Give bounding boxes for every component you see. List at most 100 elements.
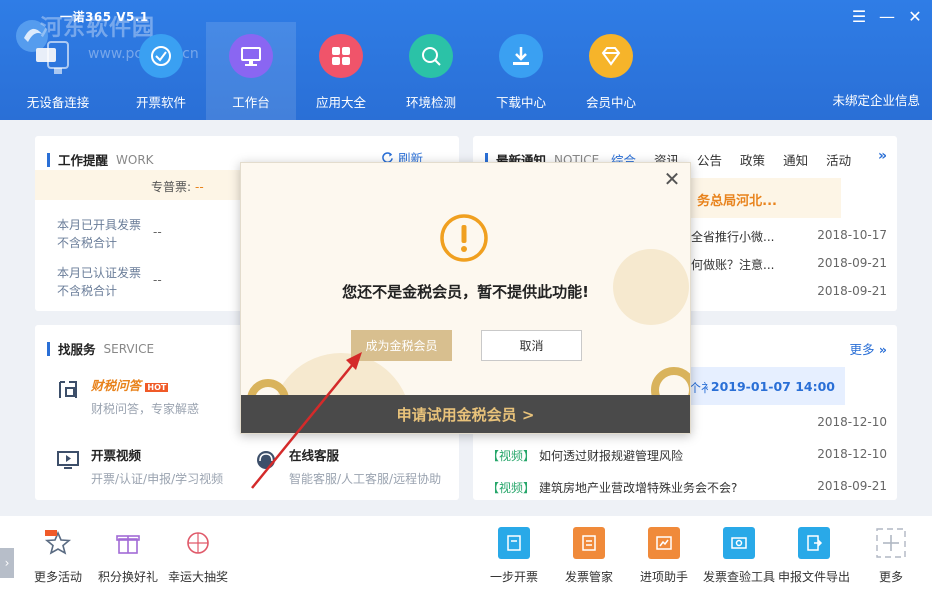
live-time: 2019-01-07 14:00	[710, 379, 835, 394]
service-desc: 开票/认证/申报/学习视频	[91, 472, 224, 486]
title-zh: 找服务	[58, 342, 96, 357]
news-row[interactable]: 【视频】 如何透过财报规避管理风险 2018-12-10	[487, 447, 887, 467]
apps-icon	[319, 34, 363, 78]
close-icon[interactable]: ✕	[662, 169, 682, 189]
tool-lucky-draw[interactable]: 幸运大抽奖	[168, 526, 228, 585]
nav-no-device[interactable]: 无设备连接	[0, 22, 116, 120]
nav-label: 下载中心	[495, 95, 546, 110]
service-desc: 智能客服/人工客服/远程协助	[289, 472, 442, 486]
tool-one-step-invoice[interactable]: 一步开票	[490, 526, 538, 585]
nav-env-check[interactable]: 环境检测	[386, 22, 476, 120]
title-en: SERVICE	[103, 341, 155, 356]
tool-label: 幸运大抽奖	[168, 570, 229, 584]
tool-more-activities[interactable]: 更多活动	[34, 526, 82, 585]
stat-certified-value: --	[153, 273, 162, 287]
dialog-message: 您还不是金税会员，暂不提供此功能!	[342, 283, 589, 301]
news-tag: 【视频】	[487, 449, 536, 463]
nav-label: 应用大全	[315, 95, 366, 110]
service-video[interactable]: 开票视频 开票/认证/申报/学习视频	[53, 445, 223, 487]
invoice-manager-icon	[573, 527, 605, 559]
tool-input-tax[interactable]: 进项助手	[640, 526, 688, 585]
nav-vip[interactable]: 会员中心	[566, 22, 656, 120]
tool-more[interactable]: 更多	[874, 526, 908, 585]
service-name: 在线客服	[289, 448, 340, 463]
ticket-label: 专普票:	[151, 180, 192, 194]
main-nav: 无设备连接 开票软件 工作台 应用大全 环境检测 下载中心 会员中心	[0, 22, 656, 120]
news-more-link[interactable]: 更多 »	[850, 339, 887, 358]
nav-label: 工作台	[232, 95, 270, 110]
tool-label: 积分换好礼	[98, 570, 159, 584]
invoice-software-icon	[139, 34, 183, 78]
title-zh: 工作提醒	[58, 153, 109, 168]
minimize-icon[interactable]: —	[878, 8, 896, 26]
tab-announcement[interactable]: 公告	[697, 150, 722, 169]
notice-text: 全省推行小微...	[691, 230, 775, 244]
tool-points-gift[interactable]: 积分换好礼	[98, 526, 158, 585]
stat-issued: 本月已开具发票 不含税合计	[57, 218, 142, 250]
lottery-wheel-icon	[181, 526, 215, 560]
notice-date: 2018-09-21	[817, 256, 887, 270]
tool-label: 进项助手	[640, 570, 689, 584]
service-online-support[interactable]: 在线客服 智能客服/人工客服/远程协助	[251, 445, 441, 487]
service-desc: 财税问答，专家解惑	[91, 402, 200, 416]
nav-invoice-software[interactable]: 开票软件	[116, 22, 206, 120]
news-text: 如何透过财报规避管理风险	[539, 449, 684, 463]
nav-apps[interactable]: 应用大全	[296, 22, 386, 120]
plus-icon	[874, 526, 908, 560]
ticket-value: --	[195, 180, 204, 194]
stat-issued-value: --	[153, 225, 162, 239]
service-name: 财税问答	[91, 378, 142, 393]
tab-policy[interactable]: 政策	[740, 150, 765, 169]
warning-icon	[440, 214, 488, 262]
news-date: 2018-12-10	[817, 447, 887, 461]
title-en: WORK	[116, 152, 154, 167]
menu-icon[interactable]: ☰	[850, 8, 868, 26]
star-hot-icon	[41, 526, 75, 560]
notice-text: 何做账？注意...	[691, 258, 775, 272]
qa-icon	[53, 375, 83, 405]
nav-label: 无设备连接	[26, 95, 90, 110]
workbench-icon	[229, 34, 273, 78]
gift-icon	[111, 526, 145, 560]
tool-export-declaration[interactable]: 申报文件导出	[778, 526, 850, 585]
banner-text: 务总局河北...	[697, 194, 777, 209]
nav-download[interactable]: 下载中心	[476, 22, 566, 120]
notice-date: 2018-09-21	[817, 284, 887, 298]
tab-notice[interactable]: 通知	[783, 150, 808, 169]
service-tax-qa[interactable]: 财税问答 HOT 财税问答，专家解惑	[53, 375, 199, 417]
video-icon	[53, 445, 83, 475]
news-text: 建筑房地产业营改增特殊业务会不会?	[539, 481, 738, 495]
notice-date: 2018-10-17	[817, 228, 887, 242]
tool-invoice-manager[interactable]: 发票管家	[565, 526, 613, 585]
vip-icon	[589, 34, 633, 78]
export-file-icon	[798, 527, 830, 559]
news-tag: 【视频】	[487, 481, 536, 495]
close-window-icon[interactable]: ✕	[906, 8, 924, 26]
nav-label: 环境检测	[405, 95, 456, 110]
tool-label: 更多活动	[34, 570, 83, 584]
cancel-button[interactable]: 取消	[481, 330, 582, 361]
apply-trial-link[interactable]: 申请试用金税会员 >	[241, 395, 690, 433]
membership-dialog: ✕ 您还不是金税会员，暂不提供此功能! 成为金税会员 取消 申请试用金税会员 >	[240, 162, 691, 434]
card-title: 工作提醒 WORK	[47, 150, 154, 169]
live-marker: 个衤	[689, 381, 714, 395]
card-title: 找服务 SERVICE	[47, 339, 154, 358]
tool-label: 申报文件导出	[778, 570, 851, 584]
nav-workbench[interactable]: 工作台	[206, 22, 296, 120]
service-name: 开票视频	[91, 448, 142, 463]
notice-more-chevron-icon[interactable]: »	[878, 148, 887, 164]
bottom-toolbar: 更多活动 积分换好礼 幸运大抽奖 一步开票 发票管家 进项助手 发票查验工具 申…	[0, 516, 932, 597]
news-row[interactable]: 【视频】 建筑房地产业营改增特殊业务会不会? 2018-09-21	[487, 479, 887, 499]
env-check-icon	[409, 34, 453, 78]
stat-certified: 本月已认证发票 不含税合计	[57, 266, 142, 298]
company-status[interactable]: 未绑定企业信息	[832, 90, 920, 109]
tool-label: 一步开票	[490, 570, 539, 584]
tool-invoice-verify[interactable]: 发票查验工具	[703, 526, 775, 585]
input-tax-icon	[648, 527, 680, 559]
chevron-right-icon[interactable]: ›	[0, 548, 14, 578]
news-date: 2018-09-21	[817, 479, 887, 493]
become-member-button[interactable]: 成为金税会员	[351, 330, 452, 361]
tab-activity[interactable]: 活动	[826, 150, 851, 169]
tool-label: 发票查验工具	[703, 570, 776, 584]
invoice-verify-icon	[723, 527, 755, 559]
